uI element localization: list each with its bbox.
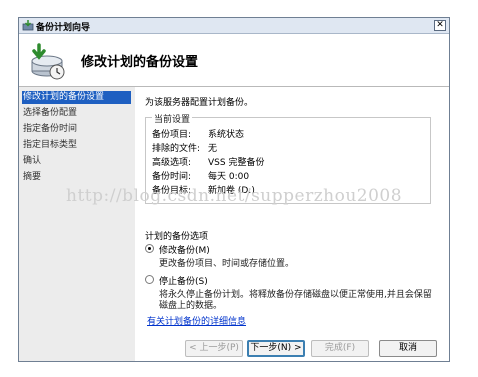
backup-wizard-icon <box>31 43 65 80</box>
setting-row: 备份目标: 新加卷 (D:) <box>152 183 255 196</box>
backup-options-label: 计划的备份选项 <box>145 232 209 242</box>
radio-selected-dot <box>148 247 151 250</box>
back-button[interactable]: < 上一步(P) <box>185 340 243 357</box>
current-settings-group: 当前设置 备份项目: 系统状态 排除的文件: 无 高级选项: VSS 完整备份 备份时… <box>145 112 431 204</box>
window-title: 备份计划向导 <box>36 23 91 33</box>
wizard-header: 修改计划的备份设置 <box>19 34 449 87</box>
nav-step-target-type[interactable]: 指定目标类型 <box>23 139 77 152</box>
setting-key: 排除的文件: <box>152 144 201 154</box>
nav-step-confirm[interactable]: 确认 <box>23 155 41 168</box>
setting-key: 备份目标: <box>152 186 192 196</box>
title-bar: 备份计划向导 ✕ <box>19 18 449 34</box>
setting-value: 无 <box>208 144 218 154</box>
scheduled-backup-info-link[interactable]: 有关计划备份的详细信息 <box>147 314 246 327</box>
cancel-button[interactable]: 取消 <box>379 340 437 357</box>
backup-wizard-window: 备份计划向导 ✕ 修改计划的备份设置 修改计划的备份设置 选择备份配置 指定备份… <box>18 17 450 362</box>
close-button[interactable]: ✕ <box>434 20 446 31</box>
finish-button[interactable]: 完成(F) <box>311 340 369 357</box>
stop-backup-description-line2: 磁盘上的数据。 <box>159 301 223 311</box>
wizard-steps-nav: 修改计划的备份设置 选择备份配置 指定备份时间 指定目标类型 确认 摘要 <box>19 87 133 361</box>
setting-value: 新加卷 (D:) <box>208 186 255 196</box>
setting-key: 备份时间: <box>152 172 192 182</box>
modify-backup-label[interactable]: 修改备份(M) <box>159 243 210 256</box>
stop-backup-label[interactable]: 停止备份(S) <box>159 274 208 287</box>
intro-text: 为该服务器配置计划备份。 <box>145 98 254 108</box>
page-title: 修改计划的备份设置 <box>81 55 199 70</box>
setting-value: 系统状态 <box>208 130 245 140</box>
current-settings-legend: 当前设置 <box>152 112 193 125</box>
nav-step-backup-time[interactable]: 指定备份时间 <box>23 123 77 136</box>
setting-row: 备份时间: 每天 0:00 <box>152 169 250 182</box>
modify-backup-description: 更改备份项目、时间或存储位置。 <box>159 259 295 269</box>
setting-key: 高级选项: <box>152 158 192 168</box>
setting-row: 高级选项: VSS 完整备份 <box>152 155 265 168</box>
next-button[interactable]: 下一步(N) > <box>247 340 305 357</box>
setting-row: 排除的文件: 无 <box>152 141 218 154</box>
wizard-content: 为该服务器配置计划备份。 当前设置 备份项目: 系统状态 排除的文件: 无 高级选项… <box>135 87 449 361</box>
nav-step-select-config[interactable]: 选择备份配置 <box>23 107 77 120</box>
button-bar: < 上一步(P) 下一步(N) > 完成(F) 取消 <box>135 329 449 361</box>
nav-step-modify-settings[interactable]: 修改计划的备份设置 <box>22 91 131 104</box>
modify-backup-radio[interactable] <box>145 244 154 253</box>
setting-row: 备份项目: 系统状态 <box>152 127 245 140</box>
setting-key: 备份项目: <box>152 130 192 140</box>
backup-app-icon <box>22 20 34 31</box>
stop-backup-radio[interactable] <box>145 275 154 284</box>
nav-step-summary[interactable]: 摘要 <box>23 171 41 184</box>
setting-value: VSS 完整备份 <box>208 158 265 168</box>
setting-value: 每天 0:00 <box>208 172 250 182</box>
